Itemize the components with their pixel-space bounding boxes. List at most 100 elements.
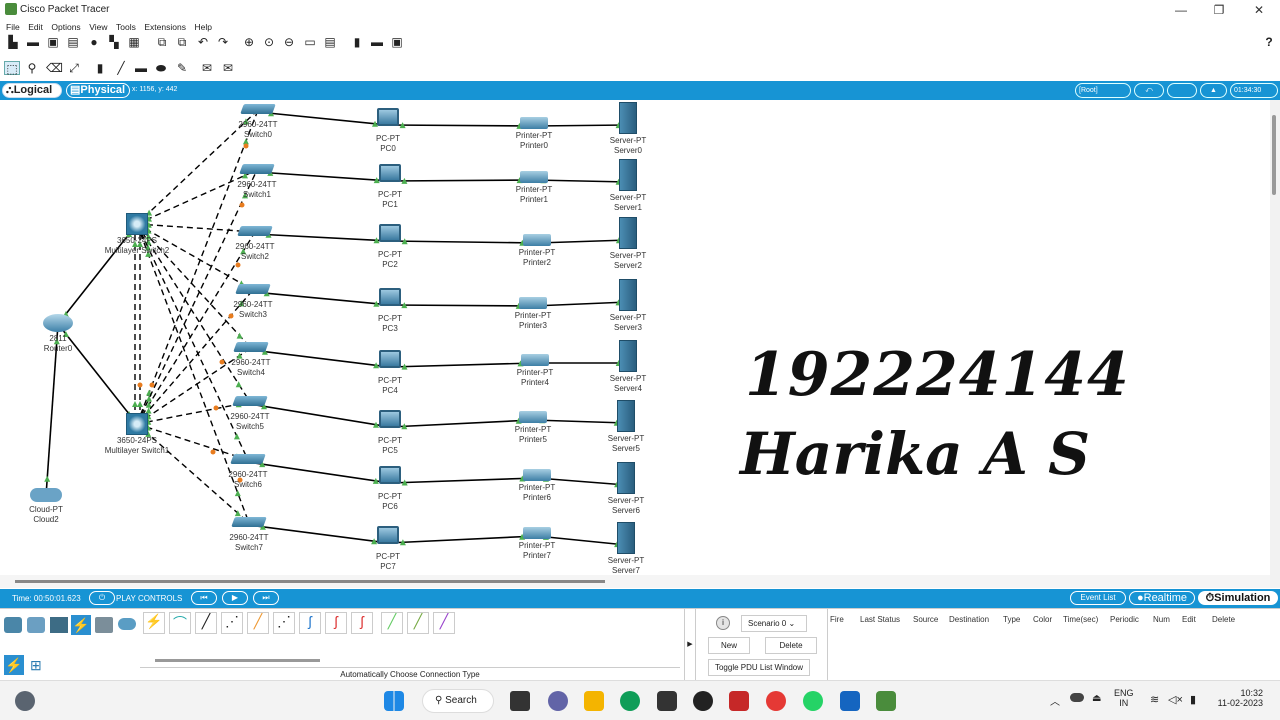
switch-1-icon[interactable]	[239, 164, 275, 174]
wifi-icon[interactable]: ≋	[1150, 693, 1159, 706]
info-icon[interactable]: ●	[87, 35, 101, 49]
zoom-out-icon[interactable]: ⊖	[282, 35, 296, 49]
vertical-scroll-thumb[interactable]	[1272, 115, 1276, 195]
viewport-button[interactable]	[1167, 83, 1197, 98]
save-icon[interactable]: ▣	[46, 35, 60, 49]
pc-7-icon[interactable]	[377, 526, 399, 544]
multilayer-switch-2-icon[interactable]	[126, 213, 148, 235]
task-view-icon[interactable]	[510, 691, 530, 711]
line-icon[interactable]: ╱	[114, 61, 128, 75]
usb-icon[interactable]: ⏏	[1092, 693, 1101, 704]
packet-tracer-taskbar-icon[interactable]	[876, 691, 896, 711]
pc-5-icon[interactable]	[379, 410, 401, 428]
rectangle-icon[interactable]: ▬	[134, 61, 148, 75]
open-folder-icon[interactable]: ▬	[26, 35, 40, 49]
zoom-reset-icon[interactable]: ⊙	[262, 35, 276, 49]
pc-3-icon[interactable]	[379, 288, 401, 306]
printer-7-icon[interactable]	[523, 527, 551, 539]
power-cycle-icon[interactable]: ⏻	[89, 591, 115, 605]
complex-pdu-icon[interactable]: ✉	[221, 61, 235, 75]
close-button[interactable]: ✕	[1244, 2, 1274, 18]
mcafee-icon[interactable]	[729, 691, 749, 711]
switch-5-icon[interactable]	[232, 396, 268, 406]
horizontal-scrollbar[interactable]	[0, 575, 1270, 588]
store-icon[interactable]	[657, 691, 677, 711]
keyboard-icon[interactable]: ▬	[370, 35, 384, 49]
copy-icon[interactable]: ⧉	[155, 35, 169, 49]
menu-help[interactable]: Help	[194, 20, 211, 34]
palette-scrollbar[interactable]	[155, 659, 320, 662]
battery-icon[interactable]: ▮	[1190, 693, 1196, 706]
server-3-icon[interactable]	[619, 279, 637, 311]
back-icon[interactable]: ⤺	[1134, 83, 1164, 98]
step-forward-icon[interactable]: ⏭	[253, 591, 279, 605]
root-button[interactable]: [Root]	[1075, 83, 1131, 98]
straight-cable-icon[interactable]: ╱	[195, 612, 217, 634]
console-cable-icon[interactable]: ⌒	[169, 612, 191, 634]
activity-wizard-icon[interactable]: ▚	[107, 35, 121, 49]
server-6-icon[interactable]	[617, 462, 635, 494]
logical-tab[interactable]: ⛬Logical	[2, 83, 62, 98]
crossover-cable-icon[interactable]: ⋰	[221, 612, 243, 634]
switch-7-icon[interactable]	[231, 517, 267, 527]
event-list-button[interactable]: Event List	[1070, 591, 1126, 605]
switch-0-icon[interactable]	[240, 104, 276, 114]
server-1-icon[interactable]	[619, 159, 637, 191]
scenario-select[interactable]: Scenario 0 ⌄	[741, 615, 807, 632]
server-0-icon[interactable]	[619, 102, 637, 134]
notes-icon[interactable]: ▮	[350, 35, 364, 49]
picture-icon[interactable]: ▣	[390, 35, 404, 49]
minimize-button[interactable]: —	[1166, 2, 1196, 18]
pc-2-icon[interactable]	[379, 224, 401, 242]
panel-expand-arrow[interactable]: ▶	[684, 609, 696, 681]
simulation-button[interactable]: ⏱Simulation	[1198, 591, 1278, 605]
play-icon[interactable]: ▶	[222, 591, 248, 605]
fiber-cable-icon[interactable]: ╱	[247, 612, 269, 634]
router-0-icon[interactable]	[43, 314, 73, 332]
help-icon[interactable]: ?	[1262, 35, 1276, 49]
redo-icon[interactable]: ↷	[216, 35, 230, 49]
toggle-pdu-list-button[interactable]: Toggle PDU List Window	[708, 659, 810, 676]
serial-dte-icon[interactable]: ʃ	[351, 612, 373, 634]
whatsapp-icon[interactable]	[803, 691, 823, 711]
language-indicator[interactable]: ENG IN	[1114, 688, 1134, 708]
edge-icon[interactable]	[620, 691, 640, 711]
word-icon[interactable]	[840, 691, 860, 711]
weather-icon[interactable]	[15, 691, 35, 711]
printer-0-icon[interactable]	[520, 117, 548, 129]
menu-options[interactable]: Options	[51, 20, 80, 34]
serial-dce-icon[interactable]: ʃ	[325, 612, 347, 634]
switch-4-icon[interactable]	[233, 342, 269, 352]
printer-5-icon[interactable]	[519, 411, 547, 423]
printer-4-icon[interactable]	[521, 354, 549, 366]
usb-cable-icon[interactable]: ╱	[433, 612, 455, 634]
octal-cable-icon[interactable]: ╱	[381, 612, 403, 634]
physical-tab[interactable]: ▤Physical	[66, 83, 130, 98]
iot-cable-icon[interactable]: ╱	[407, 612, 429, 634]
taskbar-search[interactable]: ⚲ Search	[422, 689, 494, 713]
delete-scenario-button[interactable]: Delete	[765, 637, 817, 654]
chrome-icon[interactable]	[766, 691, 786, 711]
network-devices-icon[interactable]	[4, 617, 22, 633]
note-icon[interactable]: ▮	[93, 61, 107, 75]
grid-icon[interactable]: ⊞	[30, 657, 48, 673]
auto-connect-icon[interactable]: ⚡	[4, 655, 24, 675]
misc-icon[interactable]	[95, 617, 113, 633]
menu-tools[interactable]: Tools	[116, 20, 136, 34]
freeform-icon[interactable]: ✎	[175, 61, 189, 75]
printer-2-icon[interactable]	[523, 234, 551, 246]
simple-pdu-icon[interactable]: ✉	[200, 61, 214, 75]
vertical-scrollbar[interactable]	[1270, 100, 1280, 588]
end-devices-icon[interactable]	[27, 617, 45, 633]
new-scenario-button[interactable]: New	[708, 637, 750, 654]
clock-button[interactable]: 01:34:30	[1230, 83, 1278, 98]
pc-6-icon[interactable]	[379, 466, 401, 484]
maximize-button[interactable]: ❐	[1204, 2, 1234, 18]
tray-chevron-icon[interactable]: ︿	[1050, 693, 1060, 708]
switch-6-icon[interactable]	[230, 454, 266, 464]
printer-6-icon[interactable]	[523, 469, 551, 481]
drawing-palette-icon[interactable]: ▭	[303, 35, 317, 49]
zoom-in-icon[interactable]: ⊕	[242, 35, 256, 49]
phone-cable-icon[interactable]: ⋰	[273, 612, 295, 634]
start-icon[interactable]	[384, 691, 404, 711]
